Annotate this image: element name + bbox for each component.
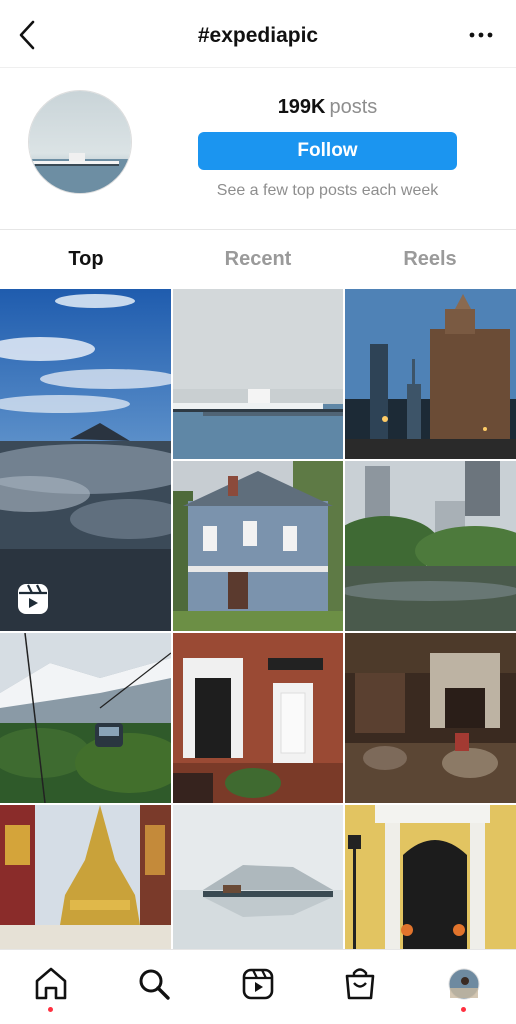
- nav-search-button[interactable]: [136, 964, 172, 1004]
- follow-hint: See a few top posts each week: [216, 182, 439, 199]
- more-options-button[interactable]: [466, 20, 496, 50]
- grid-post-golden-temple[interactable]: [0, 805, 171, 949]
- grid-post-yellow-doorway[interactable]: [345, 805, 516, 949]
- grid-post-cable-car[interactable]: [0, 633, 171, 803]
- search-icon: [139, 969, 170, 1000]
- tab-recent[interactable]: Recent: [172, 231, 344, 287]
- top-bar: #expediapic: [0, 0, 516, 68]
- nav-profile-button[interactable]: [446, 964, 482, 1004]
- tab-top[interactable]: Top: [0, 231, 172, 287]
- grid-post-misty-lake[interactable]: [173, 805, 343, 949]
- content-tabs: Top Recent Reels: [0, 231, 516, 287]
- page-title: #expediapic: [197, 24, 319, 47]
- home-icon: [35, 967, 67, 1000]
- more-horizontal-icon: [469, 32, 493, 38]
- hashtag-header: 199K posts Follow See a few top posts eac…: [0, 68, 516, 230]
- home-notification-dot: [48, 1007, 53, 1012]
- photo-grid: [0, 289, 516, 949]
- grid-post-park-pond[interactable]: [345, 461, 516, 631]
- grid-post-ornate-interior[interactable]: [345, 633, 516, 803]
- shop-icon: [345, 968, 375, 1000]
- profile-avatar: [448, 968, 480, 1000]
- grid-post-brick-townhouse[interactable]: [173, 633, 343, 803]
- hashtag-avatar: [28, 90, 132, 194]
- grid-post-skyline[interactable]: [345, 289, 516, 459]
- tab-reels[interactable]: Reels: [344, 231, 516, 287]
- post-count-value: 199K: [277, 96, 326, 118]
- bottom-nav: [0, 949, 516, 1024]
- nav-home-button[interactable]: [33, 964, 69, 1004]
- grid-post-mountain-clouds[interactable]: [0, 289, 171, 631]
- follow-button[interactable]: Follow: [198, 132, 457, 170]
- profile-notification-dot: [461, 1007, 466, 1012]
- nav-shop-button[interactable]: [342, 964, 378, 1004]
- grid-post-victorian-house[interactable]: [173, 461, 343, 631]
- reels-icon: [18, 584, 48, 614]
- post-count-label: posts: [329, 96, 378, 118]
- nav-reels-button[interactable]: [240, 964, 276, 1004]
- grid-post-pier[interactable]: [173, 289, 343, 459]
- reels-icon: [242, 968, 274, 1000]
- post-count: 199K posts: [198, 96, 457, 119]
